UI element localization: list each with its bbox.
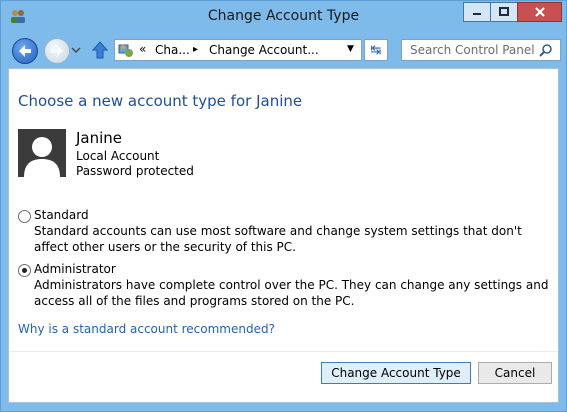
navigation-bar: « Cha... ▸ Change Account... ▼ ↹ Search … (1, 32, 566, 68)
standard-radio[interactable] (18, 210, 31, 223)
breadcrumb-item-current[interactable]: Change Account... (209, 43, 319, 57)
search-icon[interactable] (539, 43, 553, 57)
search-placeholder: Search Control Panel (410, 43, 535, 57)
address-bar[interactable]: « Cha... ▸ Change Account... ▼ (114, 39, 362, 61)
standard-description: Standard accounts can use most software … (34, 224, 522, 254)
account-type: Local Account (76, 149, 160, 163)
back-button[interactable] (12, 38, 38, 64)
avatar (18, 129, 66, 177)
page-heading: Choose a new account type for Janine (18, 92, 303, 110)
minimize-button[interactable] (463, 2, 490, 22)
breadcrumb-overflow[interactable]: « (139, 42, 146, 56)
window: Change Account Type « Cha... ▸ Change Ac… (0, 0, 567, 412)
maximize-icon (499, 7, 509, 16)
breadcrumb-item[interactable]: Cha... (155, 43, 190, 57)
footer-divider (9, 351, 558, 352)
search-input[interactable]: Search Control Panel (401, 39, 561, 61)
address-dropdown-icon[interactable]: ▼ (347, 44, 354, 54)
maximize-button[interactable] (490, 2, 517, 22)
standard-account-help-link[interactable]: Why is a standard account recommended? (18, 322, 275, 336)
refresh-button[interactable]: ↹ (364, 39, 388, 61)
forward-button[interactable] (44, 38, 70, 64)
control-panel-icon (118, 44, 133, 57)
standard-label[interactable]: Standard (34, 208, 89, 222)
main-panel: Choose a new account type for Janine Jan… (8, 68, 559, 403)
close-button[interactable] (517, 2, 562, 22)
refresh-icon: ↹ (370, 42, 382, 58)
user-silhouette-icon (24, 137, 60, 177)
title-bar[interactable]: Change Account Type (1, 1, 566, 32)
recent-pages-dropdown-icon[interactable] (71, 44, 81, 56)
administrator-radio[interactable] (18, 264, 31, 277)
forward-arrow-icon (51, 45, 63, 57)
up-arrow-icon[interactable] (92, 41, 108, 59)
cancel-button[interactable]: Cancel (478, 362, 552, 384)
administrator-label[interactable]: Administrator (34, 262, 116, 276)
change-account-type-button[interactable]: Change Account Type (321, 362, 471, 384)
minimize-icon (473, 13, 481, 15)
account-name: Janine (76, 129, 123, 147)
administrator-description: Administrators have complete control ove… (34, 278, 549, 308)
breadcrumb-separator-icon[interactable]: ▸ (193, 44, 198, 55)
back-arrow-icon (19, 45, 31, 57)
account-status: Password protected (76, 164, 194, 178)
close-icon (534, 7, 545, 17)
